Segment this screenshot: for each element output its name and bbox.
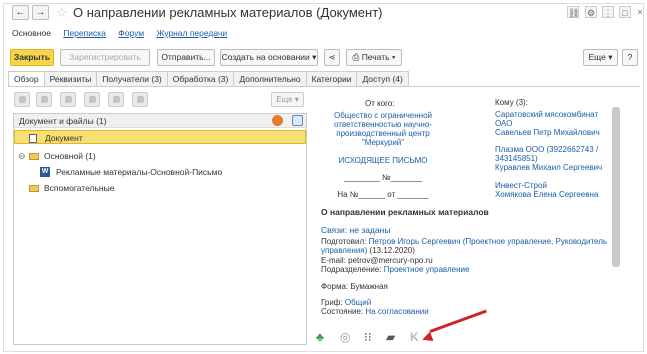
refresh-icon[interactable] (292, 115, 303, 126)
add-file-icon[interactable] (14, 92, 30, 107)
folder-icon (29, 153, 39, 160)
collapse-icon[interactable]: ⊖ (18, 149, 26, 163)
close-button[interactable]: Закрыть (10, 49, 54, 66)
tree-row-label: Документ (45, 133, 83, 143)
tasks-icon[interactable]: ⁝⁝ (364, 330, 372, 344)
send-button[interactable]: Отправить... (157, 49, 215, 66)
scan-icon[interactable] (36, 92, 52, 107)
folder-icon (29, 185, 39, 192)
printer-icon: ⎙ (352, 52, 360, 62)
department-row: Подразделение: Проектное управление (321, 265, 469, 275)
files-tree: Документ и файлы (1) Документ ⊖ Основной… (13, 113, 307, 345)
department-value[interactable]: Проектное управление (384, 265, 470, 274)
tab-requisites[interactable]: Реквизиты (43, 71, 98, 86)
prepared-row-2: управления) (13.12.2020) (321, 246, 415, 256)
from-label: От кого: (365, 99, 395, 108)
from-org-line-4[interactable]: "Меркурий" (327, 138, 439, 148)
files-tree-header: Документ и файлы (1) (14, 114, 306, 128)
chevron-down-icon: ▾ (391, 52, 396, 62)
prepared-date: (13.12.2020) (369, 246, 415, 255)
grif-label: Гриф: (321, 298, 343, 307)
nav-main[interactable]: Основное (12, 28, 51, 38)
forward-button[interactable]: → (32, 5, 49, 20)
chevron-down-icon: ▾ (608, 52, 613, 62)
tab-categories[interactable]: Категории (305, 71, 358, 86)
form-label: Форма: (321, 282, 349, 291)
tree-row-label: Основной (1) (44, 151, 96, 161)
nav-correspondence[interactable]: Переписка (63, 28, 106, 38)
tree-row-file[interactable]: W Рекламные материалы-Основной-Письмо (14, 165, 306, 179)
chevron-down-icon: ▾ (312, 52, 317, 62)
create-based-on-button[interactable]: Создать на основании ▾ (220, 49, 318, 66)
print-button[interactable]: ⎙ Печать ▾ (346, 49, 402, 66)
department-label: Подразделение: (321, 265, 382, 274)
files-header-label: Документ и файлы (1) (19, 116, 107, 126)
register-button[interactable]: Зарегистрировать (60, 49, 150, 66)
print-file-icon[interactable] (132, 92, 148, 107)
section-nav: Основное Переписка Форум Журнал передачи (12, 28, 237, 40)
nav-forum[interactable]: Форум (118, 28, 144, 38)
favorite-star-icon[interactable]: ☆ (56, 5, 68, 21)
chat-icon[interactable]: ▰ (386, 330, 395, 344)
grif-value[interactable]: Общий (345, 298, 371, 307)
outgoing-letter-label: ИСХОДЯЩЕЕ ПИСЬМО (338, 156, 428, 165)
menu-icon[interactable]: ⋮ (602, 6, 614, 18)
window-title: О направлении рекламных материалов (Доку… (73, 5, 383, 20)
document-subject: О направлении рекламных материалов (321, 207, 489, 217)
more-button[interactable]: Еще ▾ (583, 49, 618, 66)
prepared-label: Подготовил: (321, 237, 367, 246)
back-button[interactable]: ← (12, 5, 29, 20)
color-picker-icon[interactable] (272, 115, 283, 126)
tab-overview[interactable]: Обзор (8, 71, 45, 87)
number-line: ________ №_______ (344, 173, 422, 182)
email-label: E-mail: (321, 256, 346, 265)
tab-processing[interactable]: Обработка (3) (166, 71, 235, 86)
tab-access[interactable]: Доступ (4) (356, 71, 409, 86)
nav-transfer-log[interactable]: Журнал передачи (156, 28, 227, 38)
status-value[interactable]: На согласовании (365, 307, 428, 316)
open-file-icon[interactable] (60, 92, 76, 107)
tree-row-aux-folder[interactable]: Вспомогательные (14, 181, 306, 195)
preview-scrollbar[interactable] (612, 107, 620, 267)
recipient-3-line-2[interactable]: Хомякова Елена Сергеевна (495, 190, 598, 200)
document-icon (29, 134, 37, 143)
create-based-label: Создать на основании (221, 52, 310, 62)
recipient-1-line-3[interactable]: Савельев Петр Михайлович (495, 128, 600, 138)
tab-additional[interactable]: Дополнительно (233, 71, 307, 86)
tree-row-main-folder[interactable]: ⊖ Основной (1) (14, 149, 306, 163)
files-more-button[interactable]: Еще ▾ (271, 92, 304, 107)
tab-recipients[interactable]: Получатели (3) (96, 71, 168, 86)
links-label[interactable]: Связи: не заданы (321, 225, 390, 236)
tree-row-label: Вспомогательные (44, 183, 115, 193)
close-icon[interactable]: × (636, 6, 644, 18)
prepared-value[interactable]: Петров Игорь Сергеевич (Проектное управл… (369, 237, 607, 246)
settings-icon[interactable]: ⚙ (585, 6, 597, 18)
status-label: Состояние: (321, 307, 364, 316)
share-icon[interactable]: ⋖ (324, 49, 340, 66)
link-icon[interactable]: ⛓ (567, 6, 579, 18)
tab-bar: Обзор Реквизиты Получатели (3) Обработка… (8, 71, 409, 87)
print-label: Печать (361, 52, 390, 62)
maximize-icon[interactable]: □ (619, 6, 631, 18)
to-label: Кому (3): (495, 98, 528, 107)
prepared-value-2[interactable]: управления) (321, 246, 367, 255)
tree-row-label: Рекламные материалы-Основной-Письмо (56, 167, 223, 177)
tree-row-document[interactable]: Документ (14, 130, 306, 144)
recipient-2-line-3[interactable]: Куравлев Михаил Сергеевич (495, 163, 602, 173)
edit-file-icon[interactable] (84, 92, 100, 107)
reference-line: На №______ от _______ (337, 190, 429, 199)
tab-divider (8, 86, 640, 87)
status-row: Состояние: На согласовании (321, 307, 429, 317)
form-row: Форма: Бумажная (321, 282, 388, 292)
target-icon[interactable]: ◎ (340, 330, 350, 344)
form-value: Бумажная (350, 282, 388, 291)
more-label: Еще (588, 52, 606, 62)
word-file-icon: W (40, 167, 50, 177)
lock-file-icon[interactable] (108, 92, 124, 107)
help-button[interactable]: ? (622, 49, 638, 66)
k-icon[interactable]: K (410, 330, 419, 344)
email-value: petrov@mercury-npo.ru (348, 256, 433, 265)
users-icon[interactable]: ♣ (316, 330, 324, 344)
files-more-label: Еще (276, 95, 293, 104)
